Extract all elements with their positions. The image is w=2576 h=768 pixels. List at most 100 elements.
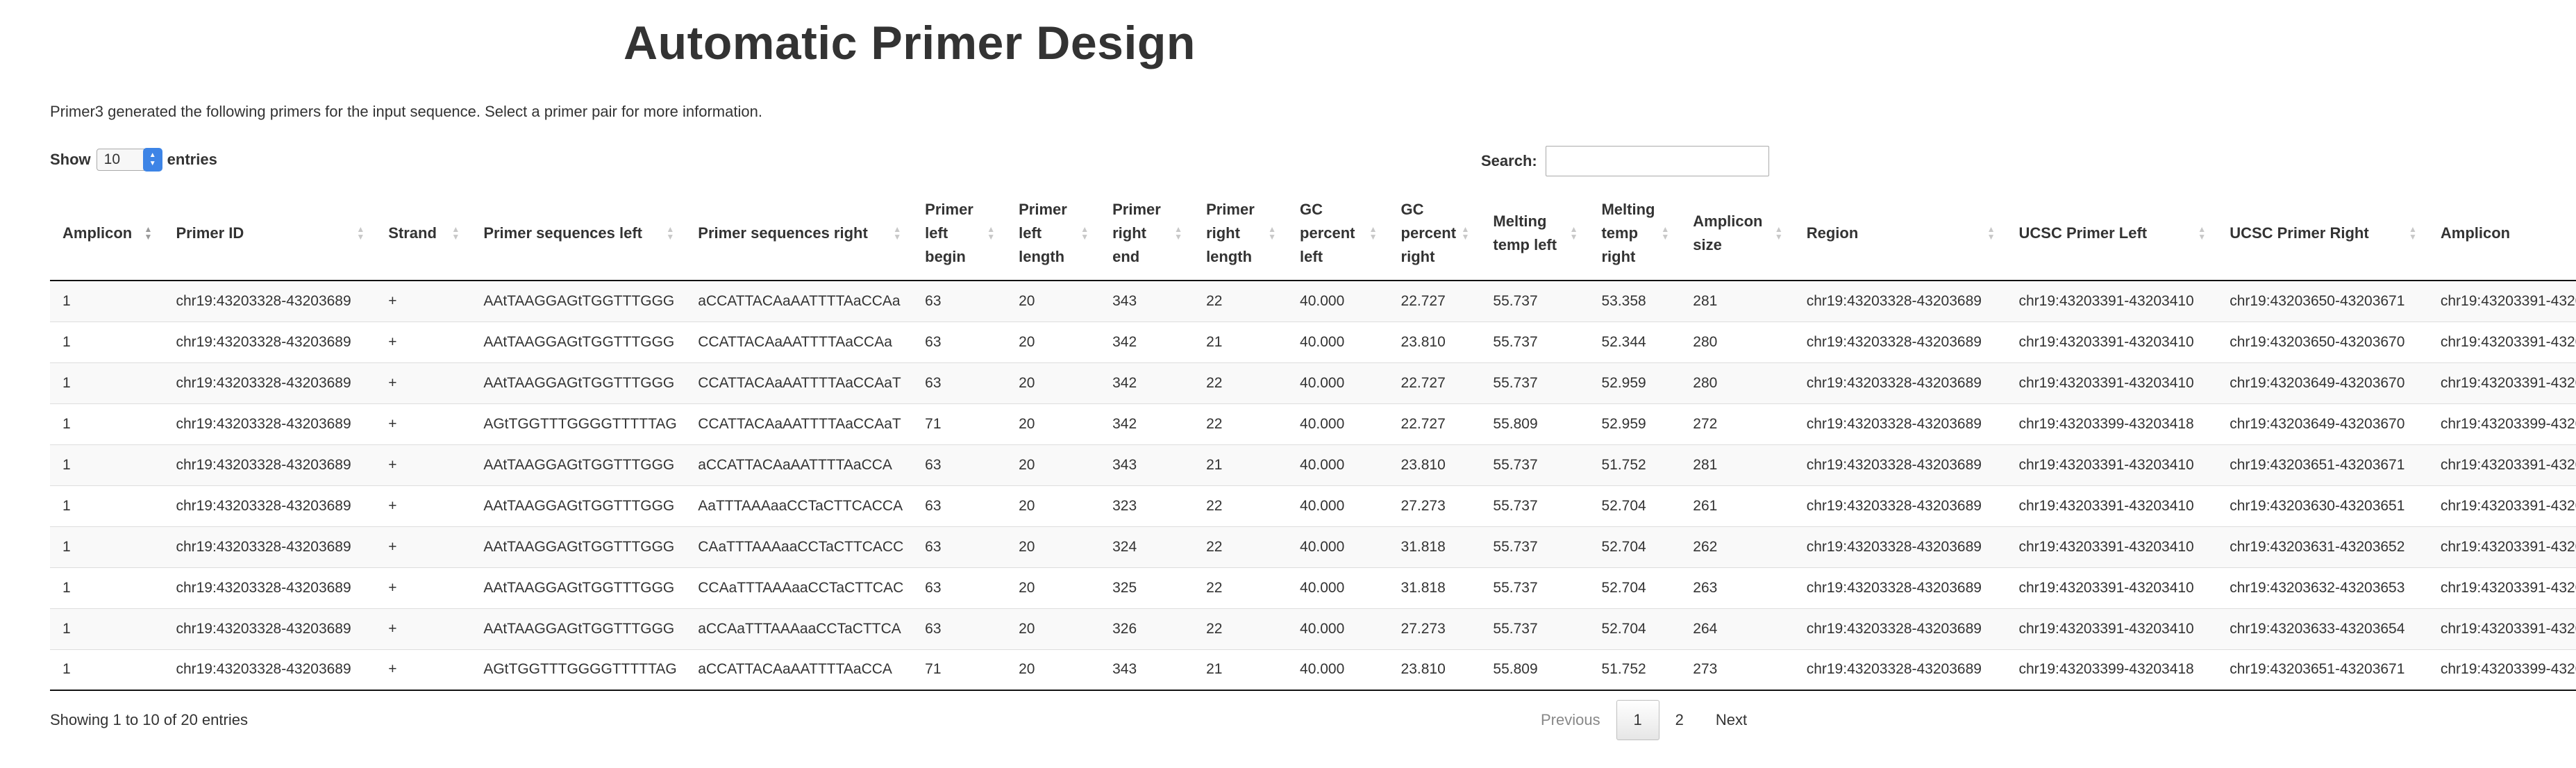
- column-header-label: GC percent right: [1400, 200, 1457, 265]
- table-cell: CCATTACAaAATTTTAaCCAa: [685, 321, 913, 362]
- column-header[interactable]: Amplicon size ▲ ▼: [1680, 186, 1794, 281]
- previous-button[interactable]: Previous: [1525, 700, 1616, 740]
- table-cell: 21: [1194, 321, 1288, 362]
- table-cell: 40.000: [1287, 649, 1389, 691]
- table-row[interactable]: 1 chr19:43203328-43203689 + AAtTAAGGAGtTGGT…: [50, 567, 2576, 608]
- table-row[interactable]: 1 chr19:43203328-43203689 + AAtTAAGGAGtTGGT…: [50, 362, 2576, 403]
- table-cell: chr19:43203391-43203671: [2427, 281, 2576, 322]
- column-header[interactable]: UCSC Primer Left ▲ ▼: [2006, 186, 2218, 281]
- table-row[interactable]: 1 chr19:43203328-43203689 + AAtTAAGGAGtTGGT…: [50, 526, 2576, 567]
- table-cell: 20: [1006, 403, 1101, 444]
- column-header[interactable]: Primer left begin ▲ ▼: [912, 186, 1007, 281]
- column-header[interactable]: UCSC Primer Right ▲ ▼: [2217, 186, 2428, 281]
- table-cell: 326: [1100, 608, 1194, 649]
- table-cell: chr19:43203651-43203671: [2217, 649, 2428, 691]
- page-2-button[interactable]: 2: [1659, 700, 1700, 740]
- table-cell: +: [376, 485, 471, 526]
- table-cell: 343: [1100, 649, 1194, 691]
- table-cell: 52.704: [1589, 608, 1681, 649]
- table-cell: chr19:43203328-43203689: [163, 444, 376, 485]
- search-input[interactable]: [1545, 146, 1769, 176]
- column-header[interactable]: Strand ▲ ▼: [376, 186, 471, 281]
- table-row[interactable]: 1 chr19:43203328-43203689 + AAtTAAGGAGtTGGT…: [50, 444, 2576, 485]
- primer-table: Amplicon ▲ ▼ Primer ID ▲ ▼ Strand ▲ ▼ Primer sequ…: [50, 186, 2576, 691]
- column-header[interactable]: Region ▲ ▼: [1793, 186, 2007, 281]
- table-cell: chr19:43203328-43203689: [1793, 444, 2007, 485]
- table-cell: chr19:43203328-43203689: [163, 567, 376, 608]
- table-cell: chr19:43203391-43203671: [2427, 444, 2576, 485]
- table-cell: 22.727: [1388, 281, 1481, 322]
- column-header-label: Amplicon size: [1693, 212, 1763, 253]
- table-cell: 63: [912, 362, 1007, 403]
- table-cell: 1: [50, 567, 164, 608]
- primer-table-container[interactable]: Amplicon ▲ ▼ Primer ID ▲ ▼ Strand ▲ ▼ Primer sequ…: [50, 186, 2576, 691]
- table-cell: chr19:43203630-43203651: [2217, 485, 2428, 526]
- table-cell: 325: [1100, 567, 1194, 608]
- column-header[interactable]: Amplicon▲▼: [2427, 186, 2576, 281]
- column-header-label: Amplicon: [2440, 224, 2511, 242]
- sort-icon: ▲ ▼: [1774, 224, 1783, 242]
- table-row[interactable]: 1 chr19:43203328-43203689 + AAtTAAGGAGtTGGT…: [50, 321, 2576, 362]
- table-cell: 1: [50, 608, 164, 649]
- pagination: Previous 1 2 Next: [1525, 700, 1763, 740]
- column-header[interactable]: Primer sequences right ▲ ▼: [685, 186, 913, 281]
- table-cell: chr19:43203328-43203689: [1793, 281, 2007, 322]
- sort-icon: ▲ ▼: [987, 224, 996, 242]
- table-cell: 40.000: [1287, 444, 1389, 485]
- table-cell: 52.959: [1589, 403, 1681, 444]
- table-cell: 52.704: [1589, 567, 1681, 608]
- table-cell: 22.727: [1388, 362, 1481, 403]
- table-cell: chr19:43203328-43203689: [163, 608, 376, 649]
- table-cell: 55.737: [1480, 608, 1589, 649]
- page-1-button[interactable]: 1: [1616, 700, 1659, 740]
- table-row[interactable]: 1 chr19:43203328-43203689 + AGtTGGTTTGGGGTT…: [50, 403, 2576, 444]
- sort-icon: ▲ ▼: [1080, 224, 1089, 242]
- next-button[interactable]: Next: [1700, 700, 1763, 740]
- table-row[interactable]: 1 chr19:43203328-43203689 + AAtTAAGGAGtTGGT…: [50, 485, 2576, 526]
- column-header[interactable]: Primer right end ▲ ▼: [1100, 186, 1194, 281]
- column-header[interactable]: Melting temp right ▲ ▼: [1589, 186, 1681, 281]
- table-body: 1 chr19:43203328-43203689 + AAtTAAGGAGtTGGT…: [50, 281, 2576, 691]
- table-cell: 63: [912, 444, 1007, 485]
- table-cell: 27.273: [1388, 485, 1481, 526]
- table-cell: chr19:43203391-43203410: [2006, 608, 2218, 649]
- sort-icon: ▲ ▼: [1461, 224, 1470, 242]
- table-cell: chr19:43203328-43203689: [1793, 649, 2007, 691]
- column-header[interactable]: Amplicon▲▼: [50, 186, 164, 281]
- table-cell: 23.810: [1388, 649, 1481, 691]
- column-header-label: Melting temp right: [1601, 200, 1655, 265]
- sort-icon: ▲ ▼: [666, 224, 675, 242]
- column-header[interactable]: Primer sequences left ▲ ▼: [471, 186, 686, 281]
- table-row[interactable]: 1 chr19:43203328-43203689 + AGtTGGTTTGGGGTT…: [50, 649, 2576, 691]
- entries-per-page-select[interactable]: 10 ▲ ▼: [96, 148, 162, 172]
- column-header[interactable]: Primer right length ▲ ▼: [1194, 186, 1288, 281]
- table-cell: chr19:43203632-43203653: [2217, 567, 2428, 608]
- sort-icon: ▲ ▼: [2198, 224, 2207, 242]
- table-cell: 20: [1006, 608, 1101, 649]
- table-row[interactable]: 1 chr19:43203328-43203689 + AAtTAAGGAGtTGGT…: [50, 281, 2576, 322]
- table-cell: AAtTAAGGAGtTGGTTTGGG: [471, 567, 686, 608]
- table-cell: 51.752: [1589, 649, 1681, 691]
- column-header[interactable]: Primer left length ▲ ▼: [1006, 186, 1101, 281]
- entries-length-control: Show 10 ▲ ▼ entries: [50, 148, 217, 172]
- table-cell: aCCATTACAaAATTTTAaCCA: [685, 649, 913, 691]
- table-cell: chr19:43203391-43203410: [2006, 362, 2218, 403]
- table-cell: 22: [1194, 567, 1288, 608]
- search-label: Search:: [1481, 152, 1537, 169]
- table-cell: 40.000: [1287, 362, 1389, 403]
- column-header[interactable]: GC percent left ▲ ▼: [1287, 186, 1389, 281]
- table-cell: chr19:43203328-43203689: [163, 485, 376, 526]
- table-cell: 22: [1194, 485, 1288, 526]
- table-cell: 52.704: [1589, 485, 1681, 526]
- table-cell: 23.810: [1388, 321, 1481, 362]
- table-row[interactable]: 1 chr19:43203328-43203689 + AAtTAAGGAGtTGGT…: [50, 608, 2576, 649]
- column-header-label: Region: [1806, 224, 1859, 242]
- table-cell: chr19:43203391-43203410: [2006, 444, 2218, 485]
- table-cell: 52.959: [1589, 362, 1681, 403]
- table-info: Showing 1 to 10 of 20 entries: [50, 711, 248, 728]
- column-header[interactable]: GC percent right ▲ ▼: [1388, 186, 1481, 281]
- table-cell: 262: [1680, 526, 1794, 567]
- column-header-label: Primer right length: [1206, 200, 1255, 265]
- column-header[interactable]: Primer ID ▲ ▼: [163, 186, 376, 281]
- column-header[interactable]: Melting temp left ▲ ▼: [1480, 186, 1589, 281]
